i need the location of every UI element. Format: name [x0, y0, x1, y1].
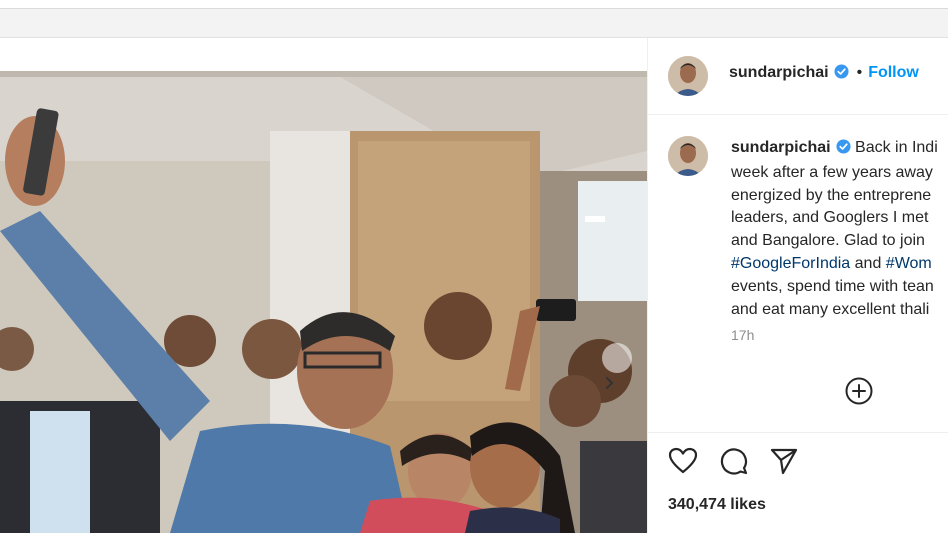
caption-line-7: events, spend time with tean	[731, 277, 934, 295]
chevron-right-icon	[606, 377, 614, 389]
follow-button[interactable]: Follow	[868, 64, 919, 81]
heart-icon	[668, 447, 698, 474]
separator-dot: •	[856, 64, 863, 81]
caption-line-5: and Bangalore. Glad to join	[731, 232, 925, 250]
post-header: sundarpichai • Follow	[648, 38, 948, 115]
comment-button[interactable]	[719, 446, 749, 476]
caption-line-3: energized by the entreprene	[731, 186, 932, 204]
share-button[interactable]	[769, 446, 799, 476]
plus-circle-icon	[845, 377, 873, 405]
caption-avatar[interactable]	[668, 136, 708, 176]
like-button[interactable]	[668, 446, 698, 476]
hashtag-link[interactable]: #Wom	[886, 255, 932, 272]
selfie-photo-illustration	[0, 71, 647, 533]
carousel-next-button[interactable]	[602, 343, 632, 389]
share-icon	[770, 448, 798, 475]
avatar-image	[668, 56, 708, 96]
caption-line-4: leaders, and Googlers I met	[731, 209, 929, 227]
caption-line-6: #GoogleForIndia and #Wom	[731, 253, 948, 276]
verified-badge-icon	[836, 139, 851, 162]
post-username[interactable]: sundarpichai	[729, 64, 829, 81]
load-more-comments-button[interactable]	[844, 376, 874, 406]
caption-line-8: and eat many excellent thali	[731, 300, 930, 318]
post-actions: 340,474 likes	[648, 432, 948, 534]
post-photo[interactable]	[0, 38, 647, 533]
browser-top-strip	[0, 0, 948, 9]
caption-line-2: week after a few years away	[731, 163, 933, 181]
comment-icon	[720, 448, 748, 475]
verified-badge-icon	[834, 64, 849, 84]
hashtag-link[interactable]: #GoogleForIndia	[731, 255, 850, 272]
likes-count[interactable]: 340,474 likes	[668, 496, 766, 514]
caption-username[interactable]: sundarpichai	[731, 139, 831, 156]
caption-line-1: Back in Indi	[855, 139, 938, 156]
header-line: sundarpichai • Follow	[729, 64, 919, 84]
caption-and: and	[854, 254, 882, 272]
overlay-background	[0, 9, 948, 38]
post-side-panel: sundarpichai • Follow sundarpichai Back in…	[647, 38, 948, 533]
post-caption: sundarpichai Back in Indi week after a f…	[731, 137, 948, 321]
avatar-image	[668, 136, 708, 176]
avatar[interactable]	[668, 56, 708, 96]
post-timestamp[interactable]: 17h	[731, 327, 754, 343]
